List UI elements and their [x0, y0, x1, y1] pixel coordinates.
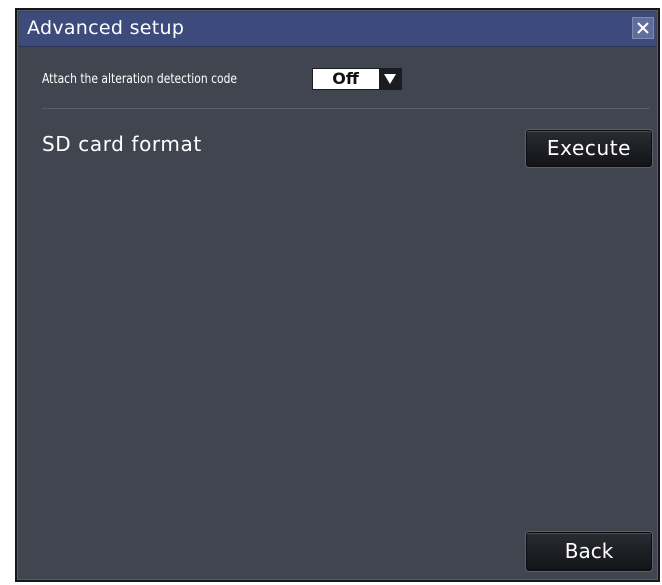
alteration-detection-label: Attach the alteration detection code: [42, 72, 238, 87]
close-button[interactable]: [632, 17, 654, 39]
execute-button[interactable]: Execute: [526, 130, 652, 167]
section-divider: [42, 108, 650, 109]
dialog-title: Advanced setup: [27, 17, 185, 39]
close-icon: [637, 22, 649, 34]
dropdown-arrow-icon: [379, 69, 401, 89]
back-button[interactable]: Back: [526, 532, 652, 571]
advanced-setup-dialog: Advanced setup Attach the alteration det…: [15, 8, 660, 582]
alteration-detection-select[interactable]: Off: [312, 68, 402, 90]
alteration-detection-value: Off: [332, 69, 359, 88]
dialog-titlebar: Advanced setup: [19, 12, 656, 47]
sd-card-format-label: SD card format: [42, 132, 202, 156]
